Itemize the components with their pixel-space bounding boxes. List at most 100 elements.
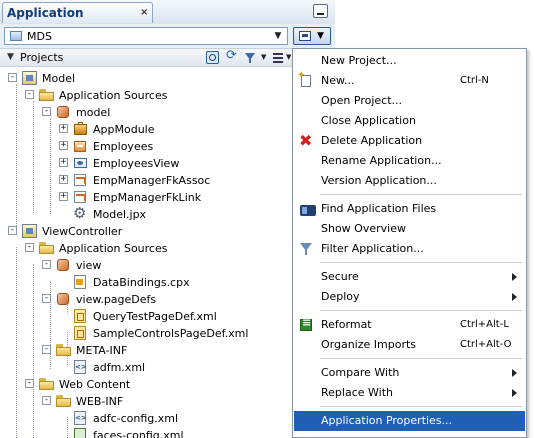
tree-node-label: EmpManagerFkAssoc xyxy=(93,174,211,187)
entity-object-icon xyxy=(73,139,88,153)
tree-node-label: view.pageDefs xyxy=(76,293,157,306)
close-tab-icon[interactable]: × xyxy=(140,7,148,18)
menu-separator xyxy=(320,310,522,311)
filter-icon xyxy=(299,242,314,256)
refresh-icon[interactable] xyxy=(226,48,239,64)
submenu-arrow-icon xyxy=(512,293,517,301)
collapse-node-icon[interactable]: - xyxy=(42,260,51,269)
projects-label[interactable]: Projects xyxy=(20,51,63,64)
bindings-file-icon xyxy=(73,275,88,289)
filter-dropdown-icon[interactable]: ▼ xyxy=(261,53,266,61)
association-icon xyxy=(73,173,88,187)
navigator-tab[interactable]: Application Navigator xyxy=(2,2,153,40)
menu-item-label: Close Application xyxy=(321,114,416,127)
menu-item-close-application[interactable]: Close Application xyxy=(294,111,525,131)
view-link-icon xyxy=(73,190,88,204)
menu-item-label: Compare With xyxy=(321,366,400,379)
xml-file-icon xyxy=(73,360,88,374)
folder-icon xyxy=(39,88,54,102)
tree-guide xyxy=(16,84,17,230)
chevron-down-icon[interactable]: ▼ xyxy=(269,28,287,44)
collapse-node-icon[interactable]: - xyxy=(8,73,17,82)
collapse-node-icon[interactable]: - xyxy=(42,345,51,354)
folder-icon xyxy=(39,377,54,391)
working-sets-icon[interactable] xyxy=(272,51,285,64)
search-icon[interactable] xyxy=(206,51,219,64)
menu-separator xyxy=(320,194,522,195)
tree-node-label: DataBindings.cpx xyxy=(93,276,190,289)
menu-separator xyxy=(320,262,522,263)
menu-item-label: Replace With xyxy=(321,386,393,399)
menu-item-new[interactable]: New... Ctrl-N xyxy=(294,70,525,91)
tree-node-label: Application Sources xyxy=(59,89,168,102)
menu-item-secure[interactable]: Secure xyxy=(294,267,525,287)
project-icon xyxy=(22,224,37,238)
collapse-node-icon[interactable]: - xyxy=(25,90,34,99)
menu-item-shortcut: Ctrl-N xyxy=(460,75,489,86)
page-definition-icon xyxy=(73,326,88,340)
tree-node-label: Web Content xyxy=(59,378,131,391)
expand-node-icon[interactable]: + xyxy=(59,175,68,184)
menu-item-label: Version Application... xyxy=(321,174,437,187)
menu-item-show-overview[interactable]: Show Overview xyxy=(294,219,525,239)
menu-item-label: Find Application Files xyxy=(321,202,437,215)
folder-icon xyxy=(39,241,54,255)
tree-guide xyxy=(33,264,34,438)
package-icon xyxy=(56,105,71,119)
projects-panel-header: ▼ Projects ▼ ▼ xyxy=(0,48,335,67)
collapse-node-icon[interactable]: - xyxy=(8,226,17,235)
menu-item-new-project[interactable]: New Project... xyxy=(294,51,525,71)
menu-item-version-application[interactable]: Version Application... xyxy=(294,171,525,191)
menu-item-organize-imports[interactable]: Organize Imports Ctrl+Alt-O xyxy=(294,335,525,355)
menu-item-filter-application[interactable]: Filter Application... xyxy=(294,239,525,259)
navigator-title-bar: Application Navigator × xyxy=(0,0,335,40)
menu-item-compare-with[interactable]: Compare With xyxy=(294,363,525,383)
expand-node-icon[interactable]: + xyxy=(59,158,68,167)
menu-item-label: Secure xyxy=(321,270,359,283)
tree-node-label: SampleControlsPageDef.xml xyxy=(93,327,249,340)
application-menu-button[interactable]: ▼ xyxy=(293,27,331,45)
tree-node-label: model xyxy=(76,106,111,119)
application-menu-icon xyxy=(299,31,311,41)
filter-icon[interactable] xyxy=(244,51,257,64)
collapse-node-icon[interactable]: - xyxy=(42,294,51,303)
minimize-icon[interactable] xyxy=(313,4,328,18)
delete-icon xyxy=(299,131,314,150)
menu-item-label: New... xyxy=(321,74,355,87)
project-tree[interactable]: - Model - Application Sources - model + … xyxy=(0,67,335,438)
menu-item-label: Show Overview xyxy=(321,222,406,235)
application-dropdown-value: MDS xyxy=(27,30,52,43)
menu-item-delete-application[interactable]: Delete Application xyxy=(294,131,525,151)
page-definition-icon xyxy=(73,309,88,323)
menu-item-replace-with[interactable]: Replace With xyxy=(294,383,525,403)
expand-node-icon[interactable]: + xyxy=(59,141,68,150)
tree-node-label: AppModule xyxy=(93,123,155,136)
menu-item-deploy[interactable]: Deploy xyxy=(294,287,525,307)
menu-separator xyxy=(320,406,522,407)
menu-item-find-application-files[interactable]: Find Application Files xyxy=(294,199,525,219)
working-sets-dropdown-icon[interactable]: ▼ xyxy=(286,53,291,61)
collapse-projects-icon[interactable]: ▼ xyxy=(7,52,14,62)
collapse-node-icon[interactable]: - xyxy=(25,379,34,388)
tree-guide xyxy=(16,247,17,438)
collapse-node-icon[interactable]: - xyxy=(25,243,34,252)
tree-node-label: EmployeesView xyxy=(93,157,180,170)
application-icon xyxy=(10,31,22,41)
tree-node-label: Model xyxy=(42,72,76,85)
tree-node-label: view xyxy=(76,259,102,272)
menu-separator xyxy=(320,358,522,359)
collapse-node-icon[interactable]: - xyxy=(42,107,51,116)
expand-node-icon[interactable]: + xyxy=(59,192,68,201)
tree-guide xyxy=(50,118,51,214)
menu-item-reformat[interactable]: Reformat Ctrl+Alt-L xyxy=(294,315,525,335)
menu-item-application-properties[interactable]: Application Properties... xyxy=(294,411,525,431)
application-module-icon xyxy=(73,122,88,136)
menu-item-label: Rename Application... xyxy=(321,154,442,167)
application-dropdown[interactable]: MDS ▼ xyxy=(4,27,288,45)
expand-node-icon[interactable]: + xyxy=(59,124,68,133)
menu-item-rename-application[interactable]: Rename Application... xyxy=(294,151,525,171)
tree-node-label: ViewController xyxy=(42,225,123,238)
collapse-node-icon[interactable]: - xyxy=(42,396,51,405)
menu-item-label: Delete Application xyxy=(321,134,423,147)
menu-item-open-project[interactable]: Open Project... xyxy=(294,91,525,111)
